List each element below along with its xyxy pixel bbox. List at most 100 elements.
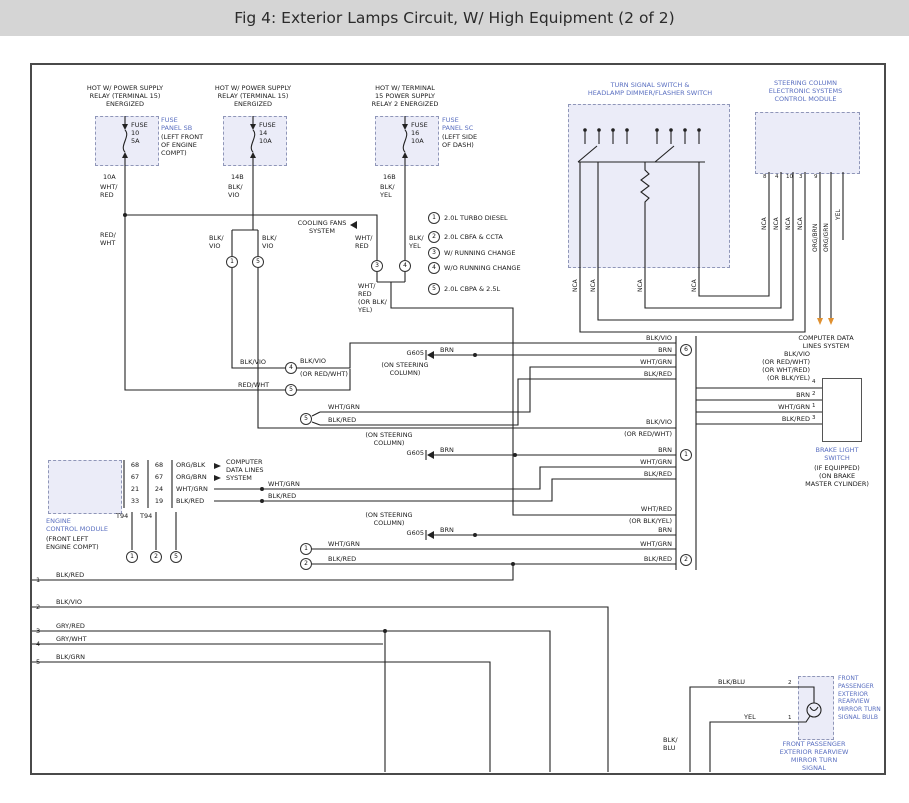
note-ref-circle: 1 [300,543,312,555]
fuse-panel-sb-box [95,116,159,166]
note-2: 2.0L CBFA & CCTA [444,233,503,241]
label-brn-b-right: BRN [632,446,672,454]
computer-data-lines-label-ecm: COMPUTER DATA LINES SYSTEM [226,458,263,482]
row-3-color: GRY/RED [56,622,85,630]
label-blk-blu: BLK/BLU [718,678,745,686]
module-pin-3: 3 [799,174,803,180]
connector-circle: 2 [680,554,692,566]
label-wht-grn-brake: WHT/GRN [770,403,810,411]
ground-g605-b: G605 [396,449,424,457]
fuse-10-label: FUSE 10 5A [131,121,148,145]
wire-label-blk-yel-split: BLK/ YEL [409,234,424,250]
row-2-color: BLK/VIO [56,598,82,606]
ecm-pin: 67 [126,473,144,481]
fuse-panel-sb-label: FUSE PANEL SB [161,116,192,132]
label-or-red-wht: (OR RED/WHT) [300,370,348,378]
wire-label-blk-vio-split-right: BLK/ VIO [262,234,277,250]
nca-label: NCA [785,217,792,230]
note-ref-circle: 5 [300,413,312,425]
ecm-wire-color: WHT/GRN [176,485,208,493]
ecm-connector-circle: 1 [126,551,138,563]
label-blk-red-brake: BLK/RED [770,415,810,423]
ecm-pin: 68 [150,461,168,469]
module-pin-8: 8 [763,174,767,180]
label-blk-vio-or-1: BLK/VIO [300,357,326,365]
label-blk-red-a-right: BLK/RED [632,370,672,378]
steering-module-title: STEERING COLUMN ELECTRONIC SYSTEMS CONTR… [748,79,863,103]
label-blk-red-a-left: BLK/RED [328,416,356,424]
label-blk-red-b-right: BLK/RED [632,470,672,478]
ecm-pin: 67 [150,473,168,481]
yel-label: YEL [835,209,842,220]
label-wht-grn-a-left: WHT/GRN [328,403,360,411]
label-brn-a: BRN [440,346,454,354]
brake-light-switch-location: (IF EQUIPPED) (ON BRAKE MASTER CYLINDER) [798,464,876,488]
ecm-pin: 21 [126,485,144,493]
label-blk-red-b-left: BLK/RED [268,492,296,500]
steering-column-module-box [755,112,860,174]
label-yel: YEL [744,713,756,721]
nca-label: NCA [572,279,579,292]
engine-control-module-box [48,460,122,514]
row-2-number: 2 [36,603,40,611]
fuse1-header: HOT W/ POWER SUPPLY RELAY (TERMINAL 15) … [70,84,180,108]
mirror-pin-1: 1 [788,715,792,721]
terminal-14b: 14B [231,173,244,181]
nca-label: NCA [773,217,780,230]
brake-pin-4: 4 [812,379,816,385]
ecm-pin: 24 [150,485,168,493]
fuse-14-box [223,116,287,166]
ground-location-a: (ON STEERING COLUMN) [380,361,430,377]
computer-data-lines-label-right: COMPUTER DATA LINES SYSTEM [786,334,866,350]
nca-label: NCA [637,279,644,292]
wire-label-blk-vio-split-left: BLK/ VIO [209,234,224,250]
note-number-circle: 3 [428,247,440,259]
nca-label: NCA [797,217,804,230]
org-grn-label: ORG/GRN [823,223,830,252]
terminal-10a: 10A [103,173,116,181]
note-ref-circle: 3 [371,260,383,272]
module-pin-10: 10 [786,174,793,180]
ecm-connector-t94: T94 [116,512,128,520]
connector-circle: 6 [680,344,692,356]
label-blk-vio-b-right: BLK/VIO [632,418,672,426]
brake-pin-1: 1 [812,403,816,409]
row-5-number: 5 [36,658,40,666]
org-brn-label: ORG/BRN [812,224,819,252]
ground-g605-c: G605 [396,529,424,537]
ground-location-b: (ON STEERING COLUMN) [364,431,414,447]
wire-label-wht-red: WHT/ RED [100,183,117,199]
module-pin-9: 9 [814,174,818,180]
brake-light-switch-title: BRAKE LIGHT SWITCH [806,446,868,462]
wire-label-merged-f3: WHT/ RED (OR BLK/ YEL) [358,282,387,315]
ecm-location: (FRONT LEFT ENGINE COMPT) [46,535,99,551]
ecm-pin: 33 [126,497,144,505]
ecm-connector-circle: 2 [150,551,162,563]
figure-title: Fig 4: Exterior Lamps Circuit, W/ High E… [234,9,674,27]
figure-title-bar: Fig 4: Exterior Lamps Circuit, W/ High E… [0,0,909,36]
ground-location-c: (ON STEERING COLUMN) [364,511,414,527]
ecm-wire-color: ORG/BRN [176,473,207,481]
label-red-wht: RED/WHT [238,381,269,389]
ecm-wire-color: ORG/BLK [176,461,205,469]
fuse-panel-sc-box [375,116,439,166]
note-1: 2.0L TURBO DIESEL [444,214,508,222]
label-blk-red-c-left: BLK/RED [328,555,356,563]
label-or-red-wht-b: (OR RED/WHT) [612,430,672,438]
brake-pin-3: 3 [812,415,816,421]
row-1-color: BLK/RED [56,571,84,579]
note-ref-circle: 4 [285,362,297,374]
fuse-panel-sb-location: (LEFT FRONT OF ENGINE COMPT) [161,133,203,157]
note-4: W/O RUNNING CHANGE [444,264,521,272]
row-5-color: BLK/GRN [56,653,85,661]
label-wht-grn-b-right: WHT/GRN [632,458,672,466]
mirror-pin-2: 2 [788,680,792,686]
connector-circle: 1 [680,449,692,461]
row-1-number: 1 [36,576,40,584]
mirror-system-caption: FRONT PASSENGER EXTERIOR REARVIEW MIRROR… [770,740,858,773]
label-wht-grn-a-right: WHT/GRN [632,358,672,366]
nca-label: NCA [761,217,768,230]
turn-signal-switch-box [568,104,730,268]
label-blk-red-c-right: BLK/RED [632,555,672,563]
label-brn-c: BRN [440,526,454,534]
